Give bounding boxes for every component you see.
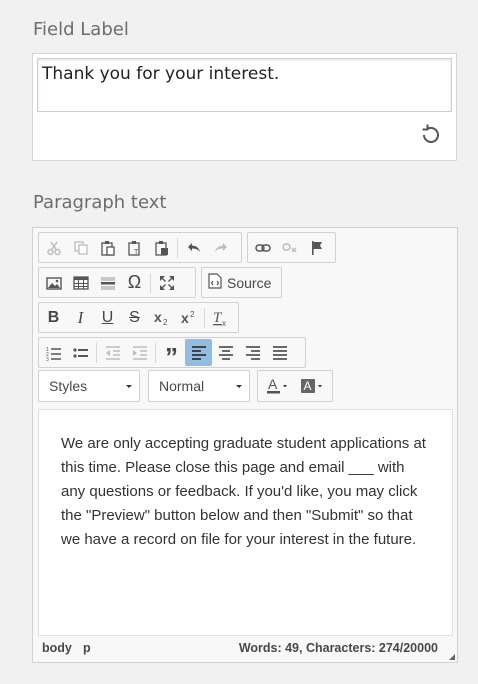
elements-path-p[interactable]: p bbox=[83, 641, 91, 655]
svg-text:T: T bbox=[134, 249, 139, 256]
reset-icon[interactable] bbox=[418, 122, 444, 148]
insert-group: Ω bbox=[38, 267, 196, 298]
outdent-icon[interactable] bbox=[99, 339, 126, 366]
svg-text:2: 2 bbox=[163, 318, 168, 326]
field-label-title: Field Label bbox=[33, 19, 129, 40]
background-color-icon[interactable]: A bbox=[296, 373, 330, 400]
svg-text:x: x bbox=[181, 310, 189, 326]
bold-icon[interactable]: B bbox=[40, 304, 67, 331]
svg-text:2: 2 bbox=[190, 310, 195, 319]
editor-content[interactable]: We are only accepting graduate student a… bbox=[38, 409, 453, 636]
text-color-icon[interactable]: A bbox=[262, 373, 296, 400]
source-label: Source bbox=[227, 274, 272, 291]
word-count: Words: 49, Characters: 274/20000 bbox=[238, 641, 438, 655]
blockquote-icon[interactable]: ” bbox=[158, 334, 185, 372]
paragraph-group: 123 ” bbox=[38, 334, 306, 372]
remove-format-icon[interactable]: Tx bbox=[207, 304, 234, 331]
source-icon bbox=[208, 272, 222, 293]
resize-grip-icon[interactable] bbox=[449, 654, 455, 660]
elements-path-body[interactable]: body bbox=[42, 641, 72, 655]
source-button[interactable]: Source bbox=[201, 267, 282, 298]
horizontal-line-icon[interactable] bbox=[94, 269, 121, 296]
superscript-icon[interactable]: x2 bbox=[175, 304, 202, 331]
format-dropdown[interactable]: Normal bbox=[148, 370, 250, 402]
svg-text:A: A bbox=[304, 379, 312, 393]
link-icon[interactable] bbox=[249, 234, 276, 261]
cut-icon[interactable] bbox=[40, 234, 67, 261]
numbered-list-icon[interactable]: 123 bbox=[40, 339, 67, 366]
styles-dropdown[interactable]: Styles bbox=[38, 370, 140, 402]
toolbar-separator bbox=[155, 342, 156, 363]
paste-word-icon[interactable] bbox=[148, 234, 175, 261]
strikethrough-icon[interactable]: S bbox=[121, 304, 148, 331]
svg-text:A: A bbox=[268, 377, 278, 392]
toolbar-separator bbox=[204, 307, 205, 328]
undo-icon[interactable] bbox=[180, 234, 207, 261]
align-justify-icon[interactable] bbox=[266, 339, 293, 366]
link-group bbox=[247, 232, 336, 263]
image-icon[interactable] bbox=[40, 269, 67, 296]
chevron-down-icon bbox=[126, 385, 132, 388]
styles-label: Styles bbox=[49, 378, 88, 394]
redo-icon[interactable] bbox=[207, 234, 234, 261]
special-character-icon[interactable]: Ω bbox=[121, 269, 148, 296]
unlink-icon[interactable] bbox=[276, 234, 303, 261]
indent-icon[interactable] bbox=[126, 339, 153, 366]
toolbar-separator bbox=[150, 272, 151, 293]
clipboard-group: T bbox=[38, 232, 242, 263]
format-label: Normal bbox=[159, 378, 205, 394]
copy-icon[interactable] bbox=[67, 234, 94, 261]
underline-icon[interactable]: U bbox=[94, 304, 121, 331]
rich-text-editor: T Ω Source B I U S x 2 x 2 T x 1 2 3 ” S… bbox=[32, 227, 458, 663]
table-icon[interactable] bbox=[67, 269, 94, 296]
bulleted-list-icon[interactable] bbox=[67, 339, 94, 366]
italic-icon[interactable]: I bbox=[67, 304, 94, 331]
paragraph-text-title: Paragraph text bbox=[33, 192, 167, 213]
paste-text-icon[interactable]: T bbox=[121, 234, 148, 261]
svg-text:x: x bbox=[222, 319, 226, 326]
anchor-flag-icon[interactable] bbox=[303, 234, 330, 261]
editor-status-bar: body p Words: 49, Characters: 274/20000 bbox=[33, 636, 457, 662]
colors-group: A A bbox=[257, 370, 333, 402]
toolbar-separator bbox=[177, 237, 178, 258]
align-right-icon[interactable] bbox=[239, 339, 266, 366]
maximize-icon[interactable] bbox=[153, 269, 180, 296]
subscript-icon[interactable]: x2 bbox=[148, 304, 175, 331]
paste-icon[interactable] bbox=[94, 234, 121, 261]
basic-styles-group: B I U S x2 x2 Tx bbox=[38, 302, 239, 333]
align-center-icon[interactable] bbox=[212, 339, 239, 366]
chevron-down-icon bbox=[236, 385, 242, 388]
align-left-icon[interactable] bbox=[185, 339, 212, 366]
field-label-input[interactable]: Thank you for your interest. bbox=[37, 58, 452, 112]
svg-text:3: 3 bbox=[46, 357, 49, 361]
toolbar-separator bbox=[96, 342, 97, 363]
field-label-box: Thank you for your interest. bbox=[32, 53, 457, 161]
svg-text:x: x bbox=[154, 310, 162, 325]
